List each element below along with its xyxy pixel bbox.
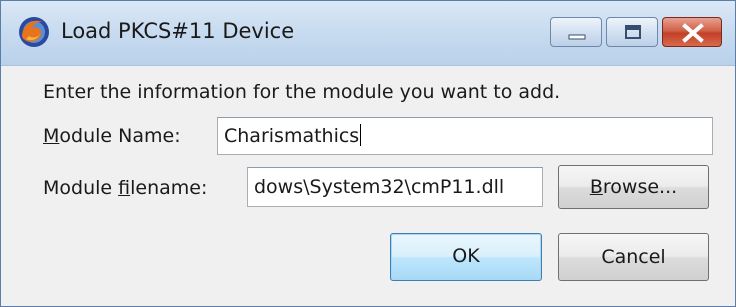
module-name-label-accesskey: M: [43, 125, 60, 147]
firefox-icon: [19, 17, 49, 47]
minimize-icon: [568, 34, 586, 40]
module-filename-input[interactable]: dows\System32\cmP11.dll: [247, 167, 543, 207]
close-button[interactable]: [662, 17, 722, 47]
module-name-value: Charismathics: [224, 125, 360, 147]
title-bar[interactable]: Load PKCS#11 Device: [1, 1, 735, 66]
minimize-button[interactable]: [550, 17, 602, 47]
module-name-label-text: odule Name:: [59, 125, 181, 147]
maximize-button[interactable]: [606, 17, 658, 47]
module-filename-label-pre: Module: [43, 177, 119, 199]
module-filename-label-text: ilename:: [130, 177, 208, 199]
browse-button[interactable]: Browse...: [558, 165, 709, 209]
module-filename-label-accesskey: f: [118, 177, 131, 199]
instruction-text: Enter the information for the module you…: [43, 81, 561, 103]
module-name-input[interactable]: Charismathics: [217, 117, 713, 155]
module-filename-value: dows\System32\cmP11.dll: [254, 176, 505, 198]
browse-accesskey: B: [589, 176, 603, 198]
window-title: Load PKCS#11 Device: [61, 19, 295, 43]
text-caret: [360, 124, 362, 146]
load-pkcs11-dialog: Load PKCS#11 Device Enter the informatio…: [0, 0, 736, 307]
module-filename-label: Module filename:: [43, 177, 207, 199]
close-icon: [682, 23, 704, 43]
maximize-icon: [625, 25, 641, 39]
cancel-button[interactable]: Cancel: [558, 233, 709, 281]
module-name-label: Module Name:: [43, 125, 181, 147]
browse-label: rowse...: [602, 176, 678, 198]
ok-button[interactable]: OK: [390, 233, 542, 281]
